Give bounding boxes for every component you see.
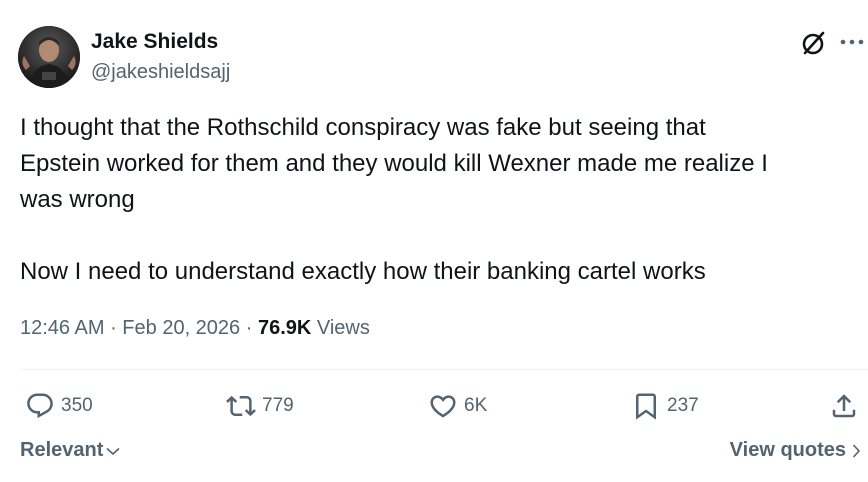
author-display-name[interactable]: Jake Shields bbox=[91, 29, 218, 55]
chevron-right-icon bbox=[852, 443, 861, 458]
avatar[interactable] bbox=[18, 26, 80, 88]
more-options-icon[interactable] bbox=[838, 30, 866, 54]
share-button[interactable] bbox=[829, 390, 859, 422]
tweet-text: I thought that the Rothschild conspiracy… bbox=[20, 110, 850, 290]
repost-count: 779 bbox=[262, 395, 294, 416]
bookmark-count: 237 bbox=[667, 395, 699, 416]
view-quotes-link[interactable]: View quotes bbox=[730, 439, 864, 462]
repost-icon bbox=[226, 395, 256, 417]
divider bbox=[20, 369, 868, 370]
share-icon bbox=[832, 394, 856, 418]
bookmark-icon bbox=[636, 393, 656, 420]
sort-replies-dropdown[interactable]: Relevant bbox=[20, 439, 121, 462]
reply-button[interactable]: 350 bbox=[25, 390, 93, 422]
tweet-paragraph-2: Now I need to understand exactly how the… bbox=[20, 258, 706, 285]
views-label: Views bbox=[311, 317, 370, 339]
views-count: 76.9K bbox=[257, 317, 312, 339]
avatar-photo bbox=[18, 26, 80, 88]
repost-button[interactable]: 779 bbox=[226, 390, 294, 422]
tweet-paragraph-1: I thought that the Rothschild conspiracy… bbox=[20, 114, 768, 213]
like-count: 6K bbox=[464, 395, 488, 416]
tweet-time[interactable]: 12:46 AM bbox=[20, 317, 105, 339]
reply-icon bbox=[27, 393, 53, 419]
heart-icon bbox=[430, 395, 456, 418]
meta-separator-2: · bbox=[240, 317, 258, 339]
tweet-date[interactable]: Feb 20, 2026 bbox=[122, 317, 240, 339]
tweet-meta: 12:46 AM · Feb 20, 2026 · 76.9K Views bbox=[20, 315, 370, 341]
bookmark-button[interactable]: 237 bbox=[631, 390, 699, 422]
like-button[interactable]: 6K bbox=[428, 390, 487, 422]
meta-separator: · bbox=[104, 317, 123, 339]
reply-count: 350 bbox=[61, 395, 93, 416]
author-handle[interactable]: @jakeshieldsajj bbox=[91, 60, 230, 84]
grok-icon[interactable] bbox=[800, 29, 828, 57]
sort-label: Relevant bbox=[20, 439, 104, 461]
tweet-paragraph-spacer: ​ bbox=[20, 218, 850, 254]
chevron-down-icon bbox=[106, 447, 120, 455]
view-quotes-label: View quotes bbox=[729, 439, 846, 461]
